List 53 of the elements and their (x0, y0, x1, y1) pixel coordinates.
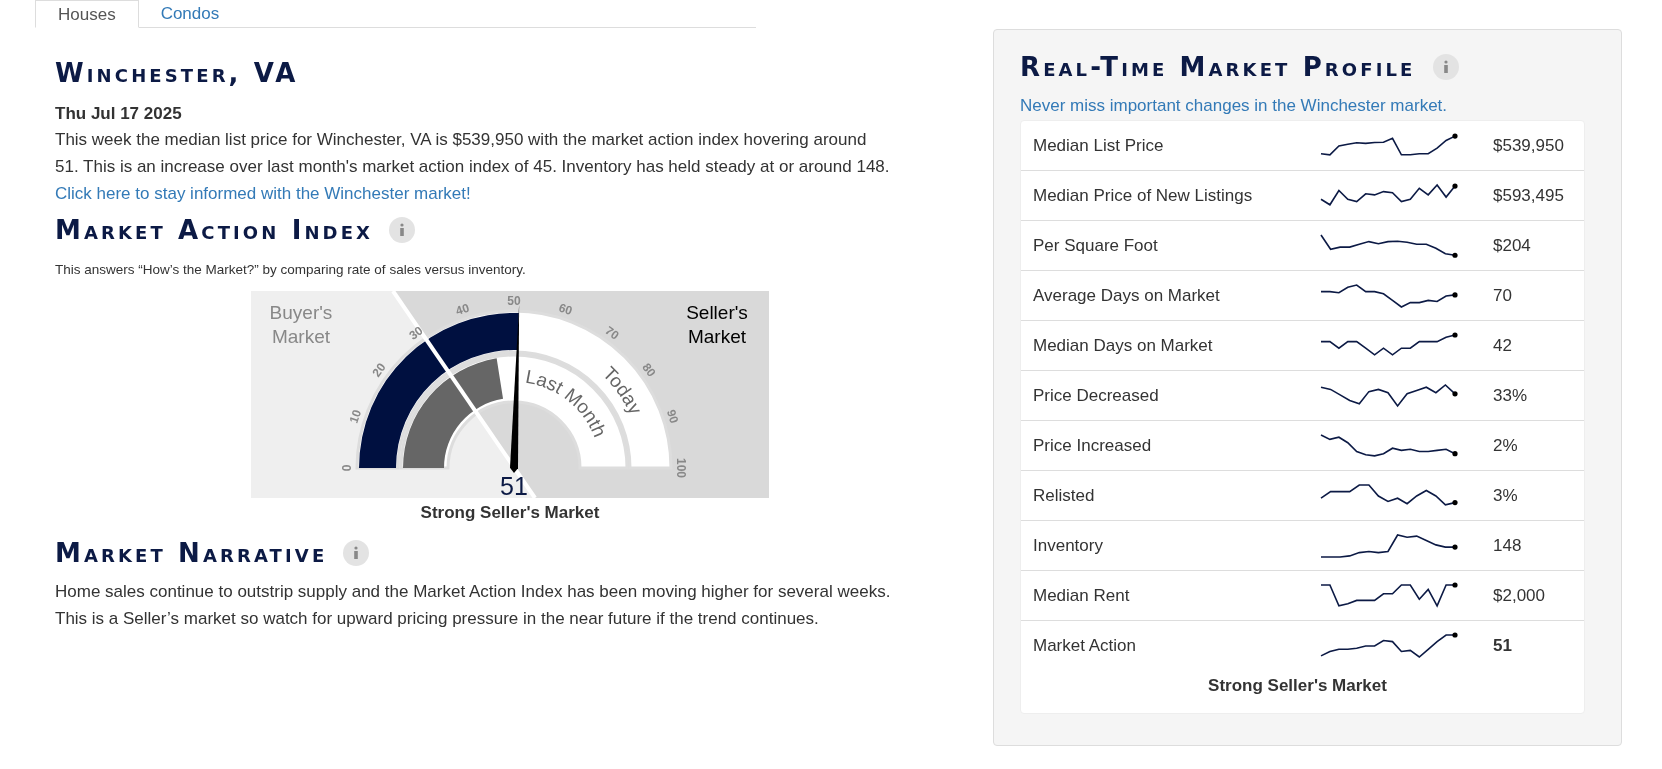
metric-label: Median Price of New Listings (1033, 184, 1254, 207)
metric-label: Inventory (1033, 534, 1104, 557)
tick-label: 0 (340, 464, 355, 472)
info-icon[interactable] (343, 540, 370, 566)
gauge-label: Seller's Market (686, 302, 748, 347)
metric-value: $593,495 (1493, 184, 1564, 207)
tick-label: 90 (663, 407, 682, 425)
metric-value: $539,950 (1493, 134, 1564, 157)
summary-paragraph: This week the median list price for Winchester, VA is $539,950 with the market action index hovering around 51. This is an increase over last month's market action index of 45. Inventory has held steady at or around 148. Click here to stay informed with the Winchester market! (55, 129, 891, 205)
metric-label: Market Action (1033, 635, 1137, 658)
tick-label: 20 (369, 360, 389, 380)
metric-value: 33% (1493, 384, 1528, 407)
metric-label: Median Rent (1033, 584, 1131, 607)
metric-label: Relisted (1033, 484, 1096, 507)
metric-value: 2% (1493, 434, 1518, 457)
section-heading: Market Narrative (55, 540, 328, 566)
metric-label: Median Days on Market (1033, 334, 1214, 357)
metric-value: 148 (1493, 534, 1522, 557)
info-icon[interactable] (1433, 54, 1460, 80)
report-date: Thu Jul 17 2025 (55, 103, 183, 125)
metric-value: $204 (1493, 234, 1531, 257)
metric-label: Per Square Foot (1033, 234, 1159, 257)
tick-label: 40 (453, 300, 471, 319)
city-heading: Winchester, VA (55, 60, 299, 86)
market-verdict: Strong Seller's Market (420, 502, 600, 524)
gauge-reading: 51 (500, 472, 528, 498)
gauge-label: Buyer's Market (269, 302, 333, 347)
changes-link[interactable]: Never miss important changes in the Winchester market. (1020, 94, 1448, 118)
panel-heading: Real-Time Market Profile (1020, 54, 1416, 80)
section-heading: Market Action Index (55, 217, 374, 243)
tick-label: 70 (602, 323, 622, 343)
tab[interactable]: Houses (35, 0, 139, 28)
metric-value: 42 (1493, 334, 1512, 357)
tick-label: 100 (673, 458, 688, 478)
metric-value: 3% (1493, 484, 1518, 507)
tab[interactable]: Condos (138, 0, 242, 27)
index-description: This answers “How’s the Market?” by comparing rate of sales versus inventory. (55, 261, 527, 279)
narrative-paragraph: Home sales continue to outstrip supply and the Market Action Index has been moving higher for several weeks. This is a Seller’s market so watch for upward pricing pressure in the near future if the trend continues. (55, 581, 891, 630)
metric-label: Price Increased (1033, 434, 1153, 457)
tick-label: 10 (346, 407, 365, 425)
info-icon[interactable] (389, 217, 416, 243)
tick-label: 60 (557, 300, 575, 319)
tick-label: 80 (639, 360, 659, 380)
tick-label: 30 (406, 323, 426, 343)
metric-value: 51 (1493, 635, 1512, 658)
metric-label: Price Decreased (1033, 384, 1160, 407)
metric-label: Average Days on Market (1033, 284, 1221, 307)
metric-value: 70 (1493, 284, 1512, 307)
stay-informed-link[interactable]: Click here to stay informed with the Winchester market! (55, 184, 471, 203)
tick-label: 50 (507, 294, 521, 309)
profile-verdict: Strong Seller's Market (1208, 675, 1387, 697)
metric-value: $2,000 (1493, 584, 1545, 607)
metric-label: Median List Price (1033, 134, 1165, 157)
